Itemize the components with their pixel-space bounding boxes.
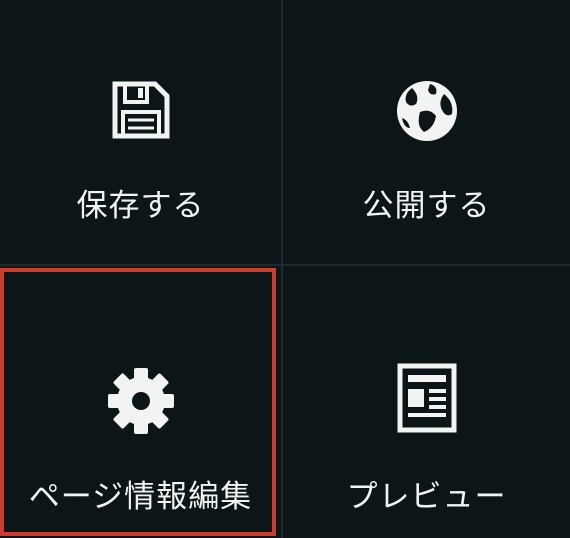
publish-label: 公開する [362,188,491,224]
preview-button[interactable]: プレビュー [283,266,570,538]
preview-label: プレビュー [346,479,507,515]
edit-page-info-button[interactable]: ページ情報編集 [0,266,281,538]
document-icon [397,363,456,433]
horizontal-divider [0,264,570,266]
floppy-disk-icon [112,81,169,139]
action-menu-grid: 保存する 公開する ページ情報編集 プレビュー [0,0,570,538]
vertical-divider [281,0,283,538]
publish-button[interactable]: 公開する [283,0,570,264]
edit-page-info-label: ページ情報編集 [28,479,253,515]
save-button[interactable]: 保存する [0,0,281,264]
save-label: 保存する [76,188,205,224]
globe-icon [396,81,457,141]
gear-icon [107,368,174,434]
